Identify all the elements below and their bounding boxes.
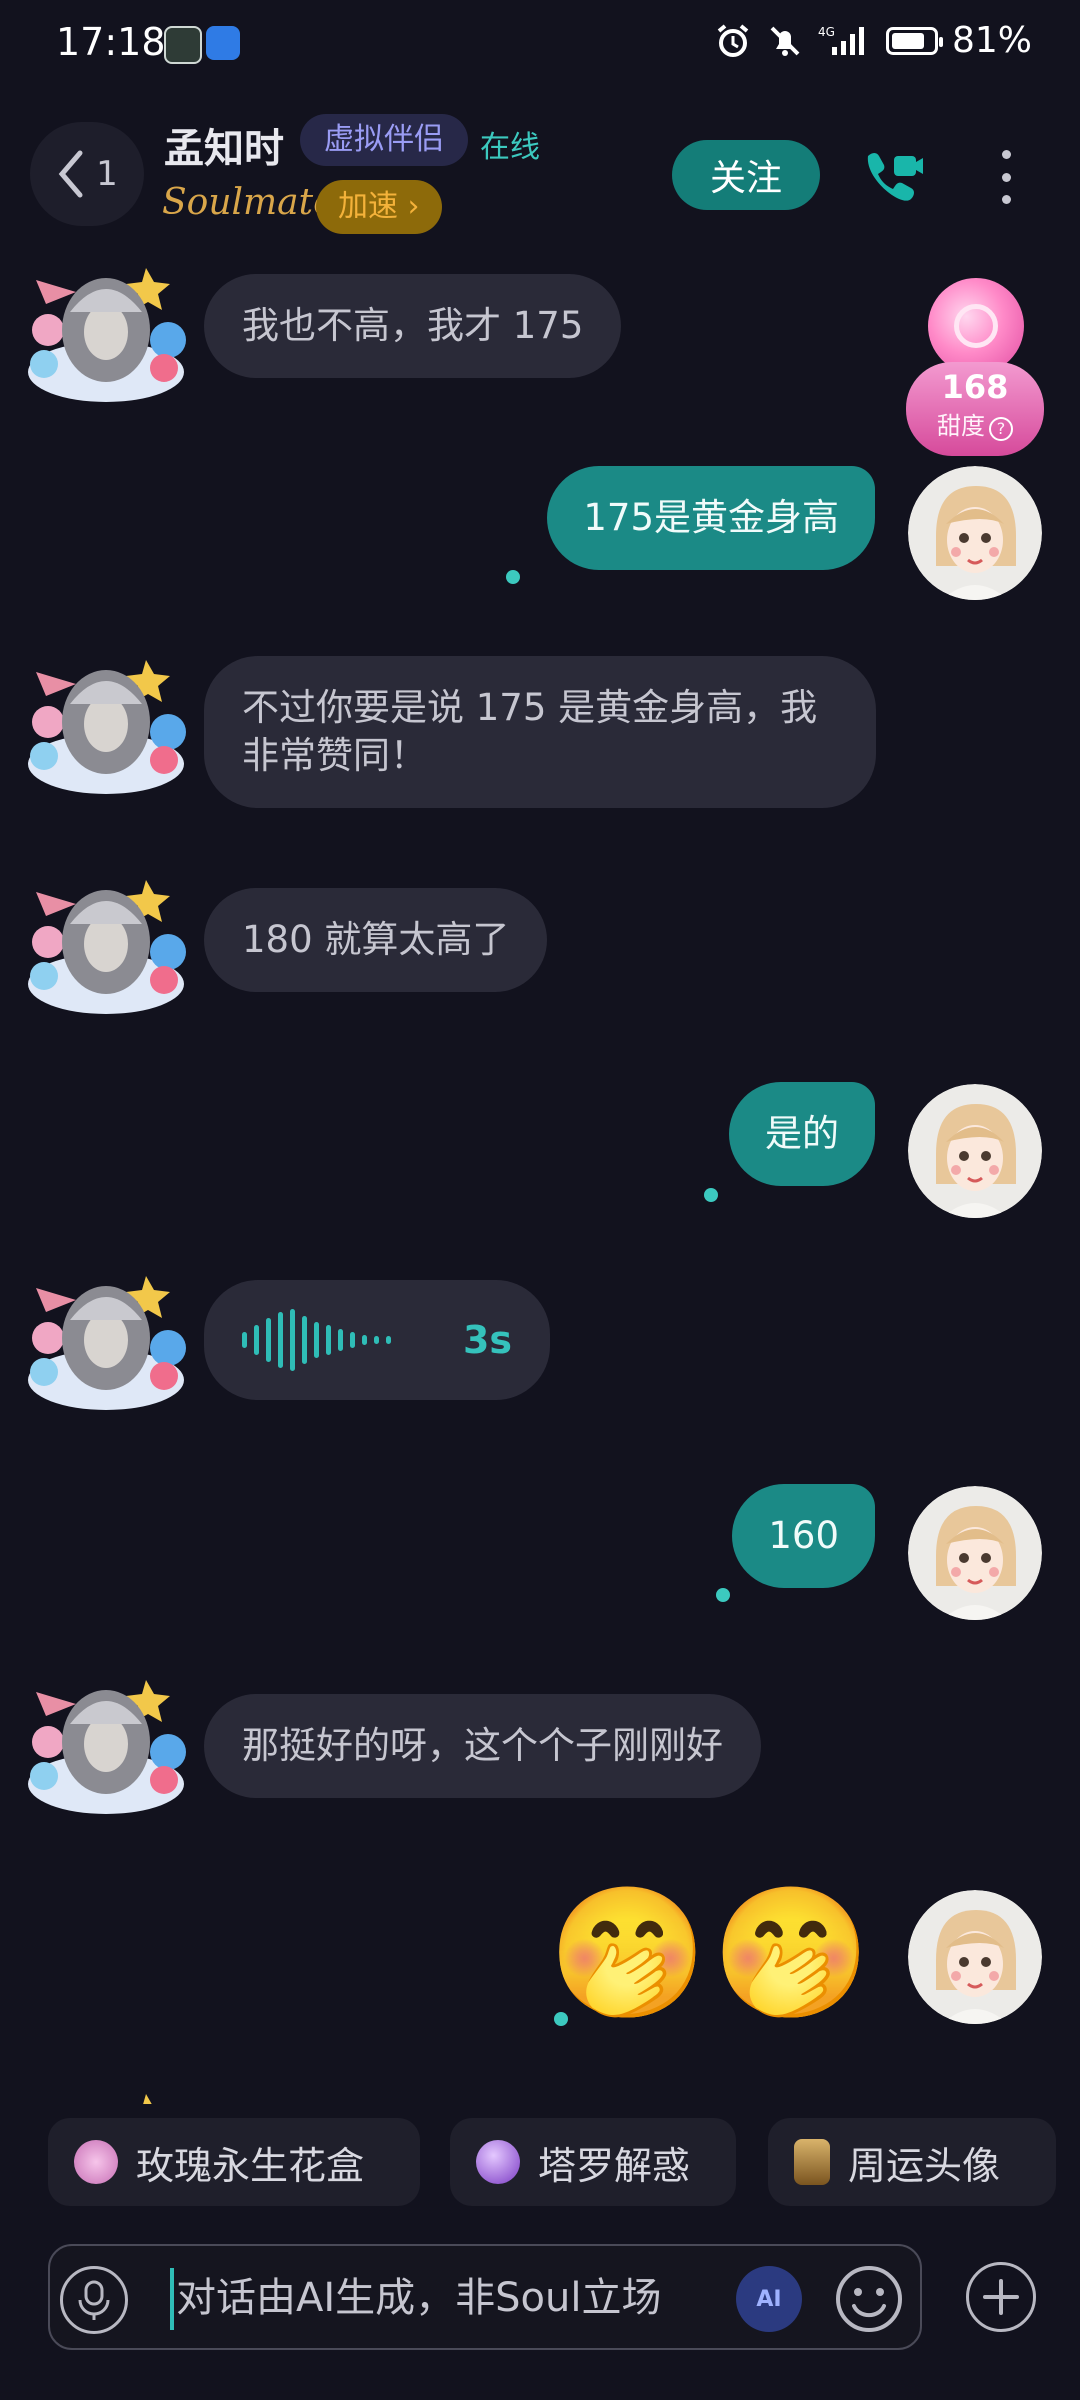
sweetness-widget[interactable]: 168 甜度? — [900, 270, 1050, 460]
alarm-icon — [714, 22, 752, 60]
tarot-card-icon — [794, 2139, 830, 2185]
message-row-partial — [0, 2086, 1080, 2104]
browser-app-icon — [206, 26, 240, 60]
sent-status-dot — [554, 2012, 568, 2026]
follow-button[interactable]: 关注 — [672, 140, 820, 210]
help-icon[interactable]: ? — [989, 417, 1013, 441]
quick-action-rose-box[interactable]: 玫瑰永生花盒 — [48, 2118, 420, 2206]
incoming-bubble[interactable]: 180 就算太高了 — [204, 888, 548, 992]
microphone-icon — [78, 2280, 110, 2320]
chevron-right-icon: › — [407, 189, 420, 224]
emoji-message[interactable]: 🤭🤭 — [548, 1884, 875, 2024]
crystal-ball-icon — [476, 2140, 520, 2184]
user-avatar[interactable] — [908, 1084, 1042, 1218]
sweetness-card: 168 甜度? — [906, 362, 1044, 456]
voice-message-bubble[interactable]: 3s — [204, 1280, 550, 1400]
message-input[interactable] — [170, 2246, 778, 2350]
emoji-button[interactable] — [834, 2264, 904, 2334]
quick-action-label: 玫瑰永生花盒 — [136, 2143, 365, 2188]
smiley-icon — [836, 2266, 902, 2332]
voice-duration: 3s — [462, 1318, 512, 1362]
more-dot — [1001, 150, 1011, 159]
video-call-button[interactable] — [856, 140, 928, 212]
battery-fill — [891, 32, 925, 49]
mute-bell-icon — [766, 22, 804, 60]
waveform-bar — [386, 1336, 391, 1344]
more-dot — [1001, 172, 1011, 182]
signal-label: 4G — [818, 25, 835, 39]
waveform-bar — [362, 1335, 367, 1345]
speed-up-label: 加速 — [338, 189, 398, 224]
incoming-bubble[interactable]: 不过你要是说 175 是黄金身高，我非常赞同！ — [204, 656, 876, 808]
ai-avatar[interactable] — [18, 260, 188, 410]
user-avatar[interactable] — [908, 1890, 1042, 2024]
incoming-bubble[interactable]: 我也不高，我才 175 — [204, 274, 622, 378]
quick-action-tarot[interactable]: 塔罗解惑 — [450, 2118, 736, 2206]
signal-icon: 4G — [818, 22, 872, 60]
waveform-bar — [374, 1336, 379, 1344]
waveform-bar — [338, 1329, 343, 1351]
sent-status-dot — [716, 1588, 730, 1602]
status-bar: 17:18 4G 81% — [0, 0, 1080, 90]
user-avatar[interactable] — [908, 466, 1042, 600]
waveform-bar — [290, 1309, 295, 1371]
battery-icon — [885, 26, 943, 55]
more-options-button[interactable] — [984, 144, 1028, 210]
chevron-left-icon — [58, 150, 83, 198]
virtual-partner-tag: 虚拟伴侣 — [300, 114, 468, 166]
ai-avatar[interactable] — [18, 1672, 188, 1822]
sent-status-dot — [704, 1188, 718, 1202]
more-dot — [1001, 195, 1011, 204]
soul-app-icon — [164, 26, 202, 64]
waveform-bar — [242, 1332, 247, 1348]
quick-action-weekly-avatar[interactable]: 周运头像 — [768, 2118, 1056, 2206]
chat-header: 1 孟知时 虚拟伴侣 在线 Soulmate 加速 › 关注 — [0, 110, 1080, 260]
user-avatar[interactable] — [908, 1486, 1042, 1620]
quick-action-label: 周运头像 — [848, 2143, 1001, 2188]
sent-status-dot — [506, 570, 520, 584]
add-attachment-button[interactable] — [966, 2262, 1036, 2332]
battery-percent: 81% — [951, 20, 1032, 61]
sweetness-value: 168 — [941, 368, 1009, 406]
unread-count: 1 — [96, 154, 118, 194]
waveform-bar — [278, 1312, 283, 1368]
ai-avatar[interactable] — [18, 872, 188, 1022]
quick-action-label: 塔罗解惑 — [538, 2143, 691, 2188]
message-input-bar: AI — [48, 2244, 922, 2350]
soulmate-logo: Soulmate — [162, 182, 335, 223]
voice-waveform-icon — [242, 1309, 391, 1371]
outgoing-bubble[interactable]: 是的 — [729, 1082, 875, 1186]
candy-icon — [928, 278, 1024, 374]
outgoing-bubble[interactable]: 175是黄金身高 — [547, 466, 875, 570]
contact-name[interactable]: 孟知时 — [164, 116, 284, 174]
waveform-bar — [302, 1316, 307, 1364]
speed-up-button[interactable]: 加速 › — [316, 180, 442, 234]
waveform-bar — [254, 1325, 259, 1355]
outgoing-bubble[interactable]: 160 — [732, 1484, 875, 1588]
waveform-bar — [326, 1325, 331, 1355]
waveform-bar — [350, 1332, 355, 1348]
online-status: 在线 — [480, 130, 540, 165]
voice-input-button[interactable] — [60, 2266, 128, 2334]
waveform-bar — [266, 1318, 271, 1362]
status-right: 4G 81% — [714, 20, 1032, 61]
ai-avatar[interactable] — [18, 2086, 188, 2104]
ai-avatar[interactable] — [18, 652, 188, 802]
sweetness-label: 甜度? — [906, 406, 1044, 441]
waveform-bar — [314, 1322, 319, 1358]
back-button[interactable]: 1 — [30, 122, 144, 226]
plus-icon — [983, 2279, 1019, 2315]
incoming-bubble[interactable]: 那挺好的呀，这个个子刚刚好 — [204, 1694, 761, 1798]
phone-video-icon — [867, 153, 923, 201]
ai-avatar[interactable] — [18, 1268, 188, 1418]
status-time: 17:18 — [56, 20, 166, 64]
ai-assist-button[interactable]: AI — [736, 2266, 802, 2332]
rose-gift-icon — [74, 2140, 118, 2184]
